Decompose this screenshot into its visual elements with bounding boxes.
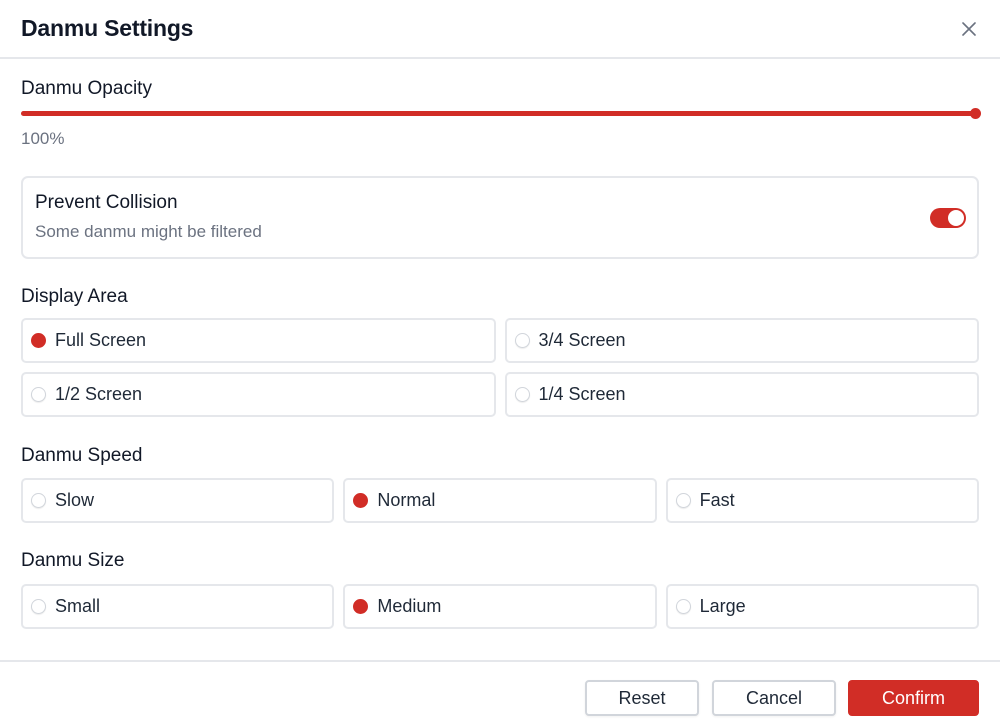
speed-options: Slow Normal Fast: [21, 478, 979, 523]
prevent-collision-toggle[interactable]: [930, 208, 966, 228]
radio-icon[interactable]: [514, 387, 530, 402]
option-label: Full Screen: [55, 330, 147, 350]
size-label: Danmu Size: [21, 550, 125, 571]
danmu-settings-dialog: Danmu Settings Danmu Opacity 100% Preven…: [0, 0, 1000, 726]
option-label: 3/4 Screen: [538, 330, 626, 350]
display-area-options: Full Screen 3/4 Screen 1/2 Screen 1/4 Sc…: [21, 318, 979, 417]
option-label: Large: [699, 596, 746, 616]
close-button[interactable]: [957, 17, 981, 41]
reset-button[interactable]: Reset: [585, 680, 699, 716]
option-label: 1/2 Screen: [55, 384, 143, 404]
slider-fill: [21, 111, 975, 116]
opacity-slider[interactable]: [21, 108, 981, 120]
radio-icon[interactable]: [353, 493, 369, 508]
size-option-large[interactable]: Large: [665, 584, 979, 629]
display-area-option-three-quarter[interactable]: 3/4 Screen: [504, 318, 979, 363]
option-label: 1/4 Screen: [538, 384, 626, 404]
radio-icon[interactable]: [675, 599, 691, 614]
dialog-header: Danmu Settings: [0, 0, 1000, 59]
display-area-label: Display Area: [21, 286, 128, 307]
cancel-button[interactable]: Cancel: [712, 680, 836, 716]
size-options: Small Medium Large: [21, 584, 979, 629]
display-area-option-half[interactable]: 1/2 Screen: [21, 372, 496, 417]
option-label: Slow: [55, 490, 95, 510]
speed-option-normal[interactable]: Normal: [343, 478, 657, 523]
size-option-medium[interactable]: Medium: [343, 584, 657, 629]
dialog-title: Danmu Settings: [21, 15, 194, 41]
speed-option-slow[interactable]: Slow: [21, 478, 335, 523]
radio-icon[interactable]: [31, 387, 46, 402]
toggle-knob: [948, 210, 964, 226]
display-area-option-quarter[interactable]: 1/4 Screen: [504, 372, 979, 417]
size-option-small[interactable]: Small: [21, 584, 335, 629]
radio-icon[interactable]: [675, 493, 691, 508]
dialog-footer: Reset Cancel Confirm: [0, 660, 1000, 726]
option-label: Medium: [377, 596, 442, 616]
close-icon: [962, 21, 976, 36]
confirm-button[interactable]: Confirm: [848, 680, 979, 716]
opacity-label: Danmu Opacity: [21, 78, 152, 99]
radio-icon[interactable]: [31, 493, 46, 508]
speed-option-fast[interactable]: Fast: [665, 478, 979, 523]
radio-icon[interactable]: [514, 333, 530, 348]
speed-label: Danmu Speed: [21, 445, 143, 466]
radio-icon[interactable]: [353, 599, 369, 614]
option-label: Small: [55, 596, 101, 616]
prevent-collision-description: Some danmu might be filtered: [35, 222, 262, 241]
option-label: Normal: [377, 490, 436, 510]
display-area-option-full[interactable]: Full Screen: [21, 318, 496, 363]
prevent-collision-title: Prevent Collision: [35, 192, 178, 213]
prevent-collision-card: Prevent Collision Some danmu might be fi…: [21, 176, 979, 259]
radio-icon[interactable]: [31, 333, 46, 348]
opacity-value: 100%: [21, 129, 65, 148]
slider-thumb[interactable]: [970, 108, 981, 119]
option-label: Fast: [699, 490, 735, 510]
radio-icon[interactable]: [31, 599, 46, 614]
